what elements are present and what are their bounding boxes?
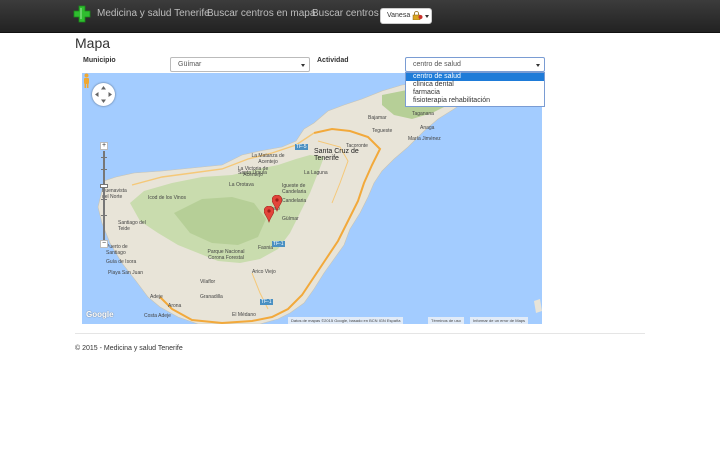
- map-label-arico: Arico Viejo: [252, 269, 276, 275]
- navbar: Medicina y salud Tenerife Buscar centros…: [0, 0, 720, 33]
- nav-link-buscar-mapa[interactable]: Buscar centros en mapa: [207, 8, 315, 19]
- map-label-candelaria: Candelaria: [282, 198, 307, 204]
- map[interactable]: Bajamar Taganana Tegueste Anaga Tacoront…: [82, 73, 542, 324]
- map-label-parque-nacional: Parque Nacional Corona Forestal: [207, 249, 245, 261]
- municipio-label: Municipio: [83, 57, 116, 64]
- map-label-costa-adeje: Costa Adeje: [144, 313, 171, 319]
- lock-icon: [412, 11, 423, 20]
- map-label-playa-san-juan: Playa San Juan: [108, 270, 144, 276]
- zoom-tick: [101, 215, 107, 216]
- map-label-anaga: Anaga: [420, 125, 435, 131]
- map-label-fasnia: Fasnia: [258, 245, 274, 251]
- pegman-icon[interactable]: [82, 73, 91, 89]
- actividad-label: Actividad: [317, 57, 349, 64]
- map-label-igueste: Igueste de Candelaria: [282, 183, 307, 195]
- map-label-maria-jimenez: María Jiménez: [408, 136, 441, 142]
- chevron-down-icon: [536, 64, 540, 67]
- footer-text: © 2015 - Medicina y salud Tenerife: [75, 345, 183, 352]
- pan-arrows-icon: [95, 86, 112, 103]
- municipio-select[interactable]: Güímar: [170, 57, 310, 72]
- dropdown-option-centro-de-salud[interactable]: centro de salud: [406, 73, 544, 81]
- map-label-matanza: La Matanza de Acentejo: [251, 153, 285, 165]
- map-marker[interactable]: [264, 206, 274, 223]
- municipio-value: Güímar: [178, 61, 202, 68]
- map-label-tf1b: TF-1: [260, 299, 273, 305]
- actividad-value: centro de salud: [413, 61, 461, 68]
- dropdown-option-clinica-dental[interactable]: clínica dental: [406, 81, 544, 89]
- medical-cross-icon[interactable]: [73, 5, 91, 23]
- map-label-vilaflor: Vilaflor: [200, 279, 216, 285]
- actividad-select[interactable]: centro de salud: [405, 57, 545, 72]
- zoom-tick: [101, 199, 107, 200]
- map-label-santa-ursula: Santa Úrsula: [238, 170, 267, 176]
- map-label-santa-cruz: Santa Cruz de Tenerife: [314, 148, 359, 162]
- map-label-santiago: Santiago del Teide: [118, 220, 146, 232]
- map-label-el-medano: El Médano: [232, 312, 256, 318]
- zoom-in-button[interactable]: +: [100, 142, 108, 150]
- map-label-bajamar: Bajamar: [368, 115, 387, 121]
- map-label-tegueste: Tegueste: [372, 128, 393, 134]
- zoom-out-button[interactable]: −: [100, 240, 108, 248]
- page-title: Mapa: [75, 35, 111, 51]
- zoom-slider-track[interactable]: [103, 151, 105, 241]
- zoom-tick: [101, 169, 107, 170]
- chevron-down-icon: [301, 64, 305, 67]
- user-name: Vanesa: [387, 12, 411, 19]
- map-label-tf5: TF-5: [295, 144, 308, 150]
- map-label-guimar: Güímar: [282, 216, 299, 222]
- pan-control[interactable]: [92, 83, 115, 106]
- map-label-la-laguna: La Laguna: [304, 170, 328, 176]
- map-attribution: Datos de mapas ©2015 Google, basado en B…: [288, 317, 404, 324]
- chevron-down-icon: [425, 15, 429, 18]
- zoom-slider-thumb[interactable]: [100, 184, 108, 188]
- dropdown-option-fisioterapia[interactable]: fisioterapia rehabilitación: [406, 97, 544, 105]
- nav-link-buscar-centros[interactable]: Buscar centros: [312, 8, 379, 19]
- map-label-tf1: TF-1: [272, 241, 285, 247]
- terms-link[interactable]: Términos de uso: [428, 317, 464, 324]
- zoom-tick: [101, 157, 107, 158]
- map-label-orotava: La Orotava: [229, 182, 254, 188]
- report-error-link[interactable]: Informar de un error de Maps: [470, 317, 529, 324]
- map-label-arona: Arona: [168, 303, 182, 309]
- map-label-guia: Guía de Isora: [106, 259, 137, 265]
- map-label-adeje: Adeje: [150, 294, 163, 300]
- divider: [75, 333, 645, 334]
- actividad-dropdown-list[interactable]: centro de salud clínica dental farmacia …: [405, 72, 545, 107]
- google-logo: Google: [86, 310, 114, 319]
- brand-link[interactable]: Medicina y salud Tenerife: [97, 8, 210, 19]
- dropdown-option-farmacia[interactable]: farmacia: [406, 89, 544, 97]
- map-label-granadilla: Granadilla: [200, 294, 223, 300]
- map-label-icod: Icod de los Vinos: [148, 195, 186, 201]
- map-label-puerto-santiago: Puerto de Santiago: [106, 244, 128, 256]
- user-menu-button[interactable]: Vanesa: [380, 8, 432, 24]
- map-label-taganana: Taganana: [412, 111, 434, 117]
